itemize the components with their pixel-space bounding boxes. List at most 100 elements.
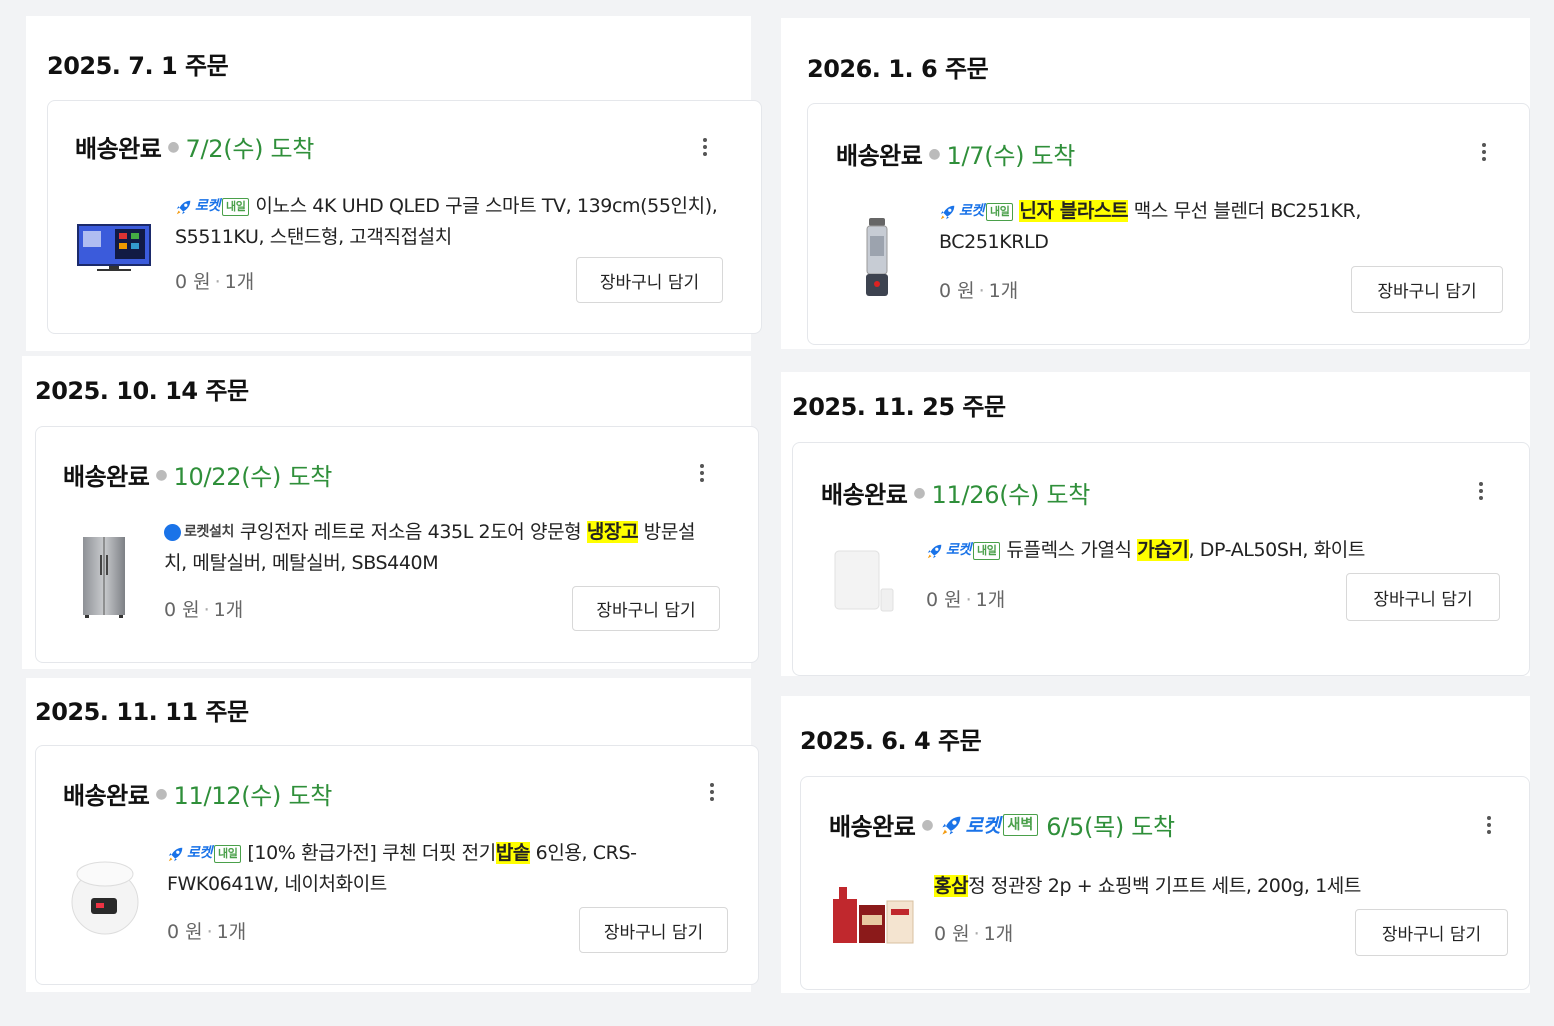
price: 0 원 bbox=[167, 921, 203, 943]
product-description[interactable]: 로켓 내일 닌자 블라스트 맥스 무선 블렌더 BC251KR, BC251KR… bbox=[939, 196, 1459, 258]
add-to-cart-button[interactable]: 장바구니 담기 bbox=[576, 257, 723, 303]
order-card: 배송완료 ● 10/22(수) 도착 로켓설치 쿠잉전자 레트로 저소음 435… bbox=[35, 426, 759, 663]
separator-dot: ● bbox=[167, 138, 180, 155]
rice-cooker-icon[interactable] bbox=[69, 856, 141, 938]
rocket-icon bbox=[926, 542, 944, 560]
quantity: 1개 bbox=[224, 271, 255, 293]
order-card: 배송완료 ● 로켓 새벽 6/5(목) 도착 홍삼정 정관장 2p + 쇼핑백 … bbox=[800, 776, 1530, 990]
separator-dot: ● bbox=[155, 466, 168, 483]
product-name: 듀플렉스 가열식 bbox=[1006, 539, 1138, 561]
quantity: 1개 bbox=[213, 599, 244, 621]
separator-dot: ● bbox=[913, 484, 926, 501]
order-panel: 2025. 11. 11 주문 배송완료 ● 11/12(수) 도착 로켓 내일… bbox=[26, 678, 759, 992]
product-name: [10% 환급가전] 쿠첸 더핏 전기 bbox=[247, 842, 496, 864]
refrigerator-icon[interactable] bbox=[80, 535, 128, 619]
order-panel: 2026. 1. 6 주문 배송완료 ● 1/7(수) 도착 로켓 내일 닌자 … bbox=[781, 18, 1530, 349]
price: 0 원 bbox=[164, 599, 200, 621]
price: 0 원 bbox=[934, 923, 970, 945]
search-highlight: 밥솥 bbox=[495, 842, 531, 864]
price-quantity: 0 원 · 1개 bbox=[164, 599, 244, 621]
tv-icon[interactable] bbox=[75, 221, 153, 273]
order-date: 2025. 10. 14 주문 bbox=[35, 377, 249, 405]
price: 0 원 bbox=[175, 271, 211, 293]
price-quantity: 0 원 · 1개 bbox=[939, 280, 1019, 302]
rocket-icon bbox=[940, 813, 964, 837]
arrival-date: 11/12(수) 도착 bbox=[173, 782, 333, 810]
add-to-cart-button[interactable]: 장바구니 담기 bbox=[1355, 909, 1508, 956]
order-card: 배송완료 ● 7/2(수) 도착 로켓 내일 이노스 4K UHD QLED 구… bbox=[47, 100, 762, 334]
rocket-dawn-badge: 로켓 새벽 bbox=[940, 811, 1039, 838]
more-options-icon[interactable] bbox=[702, 778, 722, 806]
arrival-date: 10/22(수) 도착 bbox=[173, 463, 333, 491]
add-to-cart-button[interactable]: 장바구니 담기 bbox=[572, 586, 720, 631]
delivery-status: 배송완료 bbox=[836, 142, 923, 170]
product-description[interactable]: 로켓설치 쿠잉전자 레트로 저소음 435L 2도어 양문형 냉장고 방문설치,… bbox=[164, 517, 709, 579]
more-options-icon[interactable] bbox=[692, 459, 712, 487]
search-highlight: 닌자 블라스트 bbox=[1019, 200, 1129, 222]
rocket-install-badge: 로켓설치 bbox=[164, 517, 234, 548]
product-name-cont: , DP-AL50SH, 화이트 bbox=[1188, 539, 1366, 561]
separator-dot: ● bbox=[928, 145, 941, 162]
delivery-status: 배송완료 bbox=[63, 463, 150, 491]
search-highlight: 냉장고 bbox=[586, 521, 639, 543]
add-to-cart-button[interactable]: 장바구니 담기 bbox=[1351, 266, 1503, 313]
product-description[interactable]: 홍삼정 정관장 2p + 쇼핑백 기프트 세트, 200g, 1세트 bbox=[934, 871, 1494, 902]
order-panel: 2025. 11. 25 주문 배송완료 ● 11/26(수) 도착 로켓 내일… bbox=[781, 372, 1530, 676]
rocket-delivery-badge: 로켓 내일 bbox=[939, 196, 1014, 227]
arrival-date: 6/5(목) 도착 bbox=[1046, 813, 1175, 841]
order-card: 배송완료 ● 11/12(수) 도착 로켓 내일 [10% 환급가전] 쿠첸 더… bbox=[35, 745, 759, 985]
red-ginseng-gift-set-icon[interactable] bbox=[829, 883, 915, 947]
delivery-status: 배송완료 bbox=[829, 813, 916, 841]
arrival-date: 11/26(수) 도착 bbox=[931, 481, 1091, 509]
order-card: 배송완료 ● 11/26(수) 도착 로켓 내일 듀플렉스 가열식 가습기, D… bbox=[792, 442, 1530, 676]
price: 0 원 bbox=[939, 280, 975, 302]
order-date: 2025. 11. 25 주문 bbox=[792, 393, 1006, 421]
rocket-delivery-badge: 로켓 내일 bbox=[175, 191, 250, 222]
product-description[interactable]: 로켓 내일 듀플렉스 가열식 가습기, DP-AL50SH, 화이트 bbox=[926, 535, 1496, 566]
order-panel: 2025. 6. 4 주문 배송완료 ● 로켓 새벽 6/5(목) 도착 홍삼정… bbox=[781, 696, 1530, 993]
order-date: 2025. 11. 11 주문 bbox=[35, 698, 249, 726]
humidifier-icon[interactable] bbox=[833, 549, 895, 613]
price-quantity: 0 원 · 1개 bbox=[934, 923, 1014, 945]
quantity: 1개 bbox=[216, 921, 247, 943]
blender-icon[interactable] bbox=[864, 216, 890, 298]
rocket-icon bbox=[175, 198, 193, 216]
rocket-delivery-badge: 로켓 내일 bbox=[926, 535, 1001, 566]
price: 0 원 bbox=[926, 589, 962, 611]
delivery-status: 배송완료 bbox=[821, 481, 908, 509]
quantity: 1개 bbox=[988, 280, 1019, 302]
price-quantity: 0 원 · 1개 bbox=[175, 271, 255, 293]
rocket-icon bbox=[939, 203, 957, 221]
order-date: 2025. 6. 4 주문 bbox=[800, 727, 982, 755]
product-description[interactable]: 로켓 내일 이노스 4K UHD QLED 구글 스마트 TV, 139cm(5… bbox=[175, 191, 735, 253]
arrival-date: 7/2(수) 도착 bbox=[185, 135, 315, 163]
more-options-icon[interactable] bbox=[1471, 477, 1491, 505]
order-panel: 2025. 10. 14 주문 배송완료 ● 10/22(수) 도착 로켓설치 … bbox=[22, 356, 759, 669]
rocket-icon bbox=[167, 845, 185, 863]
order-card: 배송완료 ● 1/7(수) 도착 로켓 내일 닌자 블라스트 맥스 무선 블렌더… bbox=[807, 103, 1530, 345]
more-options-icon[interactable] bbox=[1479, 811, 1499, 839]
arrival-date: 1/7(수) 도착 bbox=[946, 142, 1076, 170]
quantity: 1개 bbox=[983, 923, 1014, 945]
more-options-icon[interactable] bbox=[1474, 138, 1494, 166]
product-name: 정 정관장 2p + 쇼핑백 기프트 세트, 200g, 1세트 bbox=[968, 875, 1361, 897]
price-quantity: 0 원 · 1개 bbox=[926, 589, 1006, 611]
product-name: 이노스 4K UHD QLED 구글 스마트 TV, 139cm(55인치), … bbox=[175, 195, 718, 248]
delivery-status: 배송완료 bbox=[75, 135, 162, 163]
add-to-cart-button[interactable]: 장바구니 담기 bbox=[1346, 573, 1500, 621]
order-panel: 2025. 7. 1 주문 배송완료 ● 7/2(수) 도착 로켓 내일 이노스… bbox=[26, 16, 762, 351]
product-description[interactable]: 로켓 내일 [10% 환급가전] 쿠첸 더핏 전기밥솥 6인용, CRS-FWK… bbox=[167, 838, 727, 900]
add-to-cart-button[interactable]: 장바구니 담기 bbox=[579, 907, 728, 953]
product-name: 쿠잉전자 레트로 저소음 435L 2도어 양문형 bbox=[239, 521, 587, 543]
install-icon bbox=[164, 524, 181, 541]
order-date: 2026. 1. 6 주문 bbox=[807, 55, 989, 83]
search-highlight: 홍삼 bbox=[934, 875, 969, 897]
more-options-icon[interactable] bbox=[695, 133, 715, 161]
separator-dot: ● bbox=[155, 785, 168, 802]
price-quantity: 0 원 · 1개 bbox=[167, 921, 247, 943]
delivery-status: 배송완료 bbox=[63, 782, 150, 810]
order-date: 2025. 7. 1 주문 bbox=[47, 52, 229, 80]
quantity: 1개 bbox=[975, 589, 1006, 611]
search-highlight: 가습기 bbox=[1137, 539, 1189, 561]
rocket-delivery-badge: 로켓 내일 bbox=[167, 838, 242, 869]
